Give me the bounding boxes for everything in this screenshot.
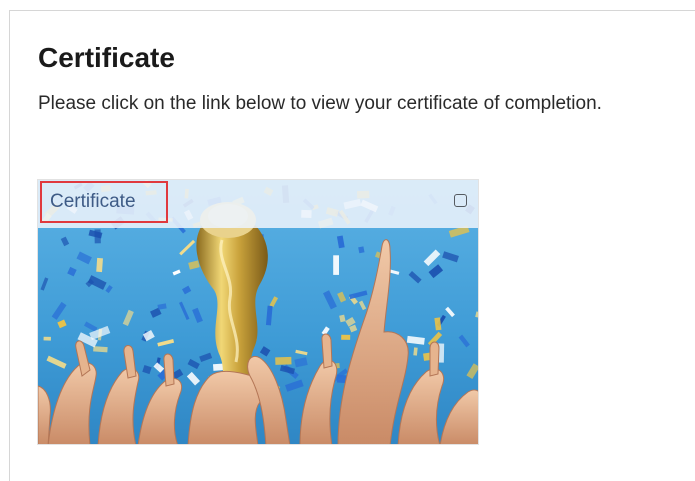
page: Certificate Please click on the link bel… bbox=[0, 0, 695, 481]
certificate-card[interactable]: Certificate bbox=[37, 179, 479, 445]
select-checkbox[interactable] bbox=[454, 194, 467, 207]
page-title: Certificate bbox=[38, 42, 175, 73]
certificate-link[interactable]: Certificate bbox=[40, 181, 168, 223]
instructions-text: Please click on the link below to view y… bbox=[38, 93, 602, 114]
card-header: Certificate bbox=[38, 180, 478, 228]
